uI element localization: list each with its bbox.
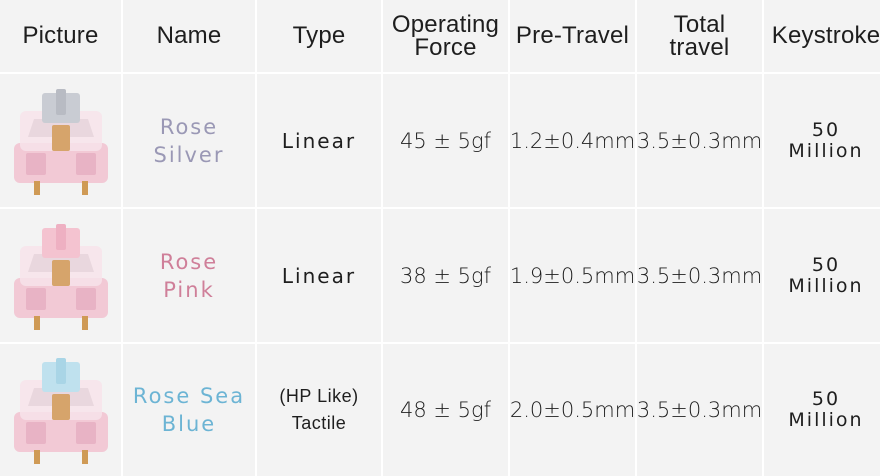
header-keystroke: Keystroke [764, 0, 880, 72]
switch-picture [0, 209, 121, 342]
switch-type: Linear [257, 209, 381, 342]
switch-picture [0, 344, 121, 476]
header-force-line2: Force [414, 34, 477, 61]
header-operating-force: Operating Force [383, 0, 508, 72]
header-picture: Picture [0, 0, 121, 72]
switch-name: Rose Pink [123, 209, 255, 342]
header-total-travel: Total travel [637, 0, 762, 72]
keystroke-line1: 50 [811, 118, 841, 141]
keystroke-line2: Million [788, 409, 864, 431]
total-travel: 3.5±0.3mm [637, 209, 762, 342]
pre-travel: 1.9±0.5mm [510, 209, 635, 342]
switch-spec-table: Picture Name Type Operating Force Pre-Tr… [0, 0, 880, 476]
switch-name: Rose Sea Blue [123, 344, 255, 476]
switch-image [13, 88, 108, 195]
keystroke-life: 50 Million [764, 74, 880, 207]
header-name: Name [123, 0, 255, 72]
switch-image [13, 358, 108, 464]
total-travel: 3.5±0.3mm [637, 74, 762, 207]
switch-name-line1: Rose [159, 114, 219, 139]
operating-force: 38 ± 5gf [383, 209, 508, 342]
header-total-line1: Total [673, 11, 726, 38]
header-pre-travel: Pre-Travel [510, 0, 635, 72]
pre-travel: 2.0±0.5mm [510, 344, 635, 476]
header-force-line1: Operating [391, 11, 500, 38]
switch-name-line2: Pink [163, 277, 215, 302]
switch-type: Linear [257, 74, 381, 207]
switch-type: (HP Like) Tactile [257, 344, 381, 476]
pre-travel: 1.2±0.4mm [510, 74, 635, 207]
keystroke-line2: Million [788, 139, 864, 162]
switch-image [13, 223, 108, 330]
total-travel: 3.5±0.3mm [637, 344, 762, 476]
switch-name-line1: Rose [159, 249, 219, 274]
switch-type-line2: Tactile [291, 413, 347, 433]
switch-name-line1: Rose Sea [132, 384, 246, 408]
operating-force: 45 ± 5gf [383, 74, 508, 207]
switch-name-line2: Blue [161, 412, 217, 436]
keystroke-life: 50 Million [764, 344, 880, 476]
keystroke-line1: 50 [811, 388, 841, 410]
keystroke-line1: 50 [811, 253, 841, 276]
switch-name: Rose Silver [123, 74, 255, 207]
keystroke-line2: Million [788, 274, 864, 297]
switch-type-line1: (HP Like) [279, 386, 359, 406]
header-total-line2: travel [669, 34, 730, 61]
header-type: Type [257, 0, 381, 72]
switch-picture [0, 74, 121, 207]
operating-force: 48 ± 5gf [383, 344, 508, 476]
keystroke-life: 50 Million [764, 209, 880, 342]
switch-name-line2: Silver [153, 142, 225, 167]
